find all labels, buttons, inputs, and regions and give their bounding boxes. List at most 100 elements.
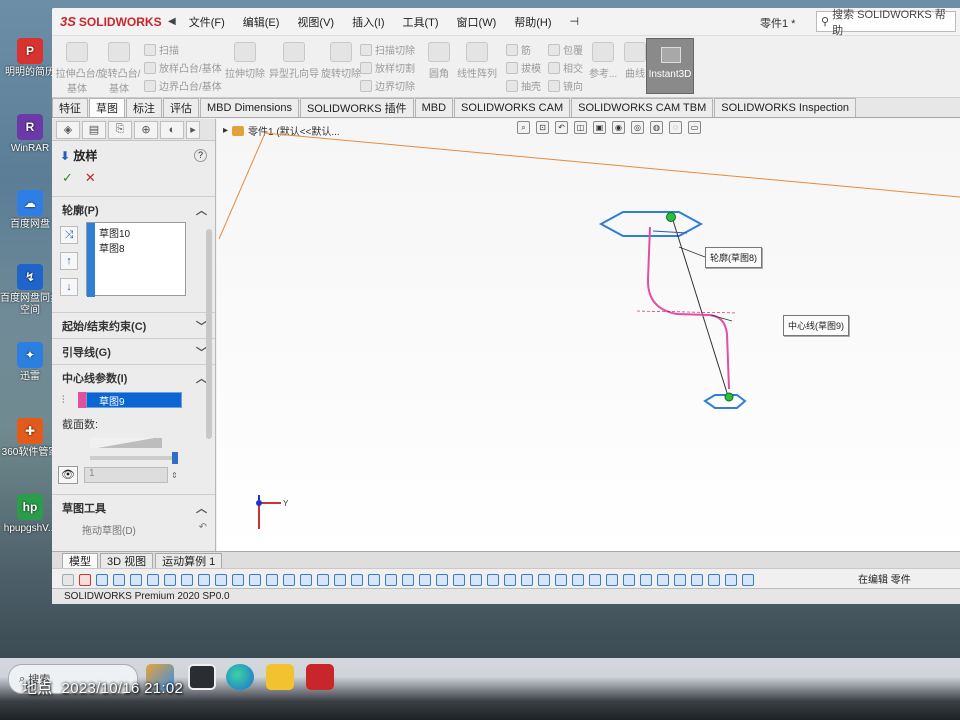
ribbon-boundary-boss[interactable]: 边界凸台/基体 — [144, 78, 222, 93]
ribbon-shell[interactable]: 抽壳 — [506, 78, 541, 93]
spin-arrows-icon[interactable]: ⇕ — [171, 471, 178, 480]
tab-features[interactable]: 特征 — [52, 98, 88, 117]
arc-icon[interactable] — [147, 573, 159, 586]
ribbon-revolve-boss[interactable]: 旋转凸台/基体 — [96, 42, 142, 95]
display-manager-tab-icon[interactable]: ◐ — [160, 120, 184, 139]
tab-solidworks-cam[interactable]: SOLIDWORKS CAM — [454, 98, 571, 117]
centerline-callout[interactable]: 中心线(草图9) — [783, 315, 849, 336]
desktop-icon-xunlei[interactable]: ✦ 迅雷 — [0, 342, 60, 383]
menu-expand-icon[interactable]: ◀ — [164, 16, 180, 27]
sketch-tools-header[interactable]: 草图工具 ︿ — [52, 494, 215, 520]
drag-sketch-button[interactable]: 拖动草图(D) — [82, 522, 136, 537]
tab-model[interactable]: 模型 — [62, 553, 98, 568]
sections-spin-field[interactable]: 1 — [84, 467, 168, 483]
tab-mbd-dimensions[interactable]: MBD Dimensions — [200, 98, 299, 117]
tab-sketch[interactable]: 草图 — [89, 98, 125, 117]
sketch-picture-icon[interactable] — [691, 573, 703, 586]
loft-connector-handle[interactable] — [724, 392, 734, 402]
scale-entities-icon[interactable] — [453, 573, 465, 586]
tab-evaluate[interactable]: 评估 — [163, 98, 199, 117]
ok-button[interactable]: ✓ — [62, 170, 73, 186]
panel-scrollbar[interactable] — [206, 229, 212, 439]
help-search-input[interactable]: ⚲ 搜索 SOLIDWORKS 帮助 — [816, 9, 956, 37]
sections-slider[interactable] — [90, 452, 178, 464]
loft-connector-handle[interactable] — [666, 212, 676, 222]
ribbon-intersect[interactable]: 相交 — [548, 60, 583, 75]
circular-sketch-pattern-icon[interactable] — [402, 573, 414, 586]
circle-icon[interactable] — [130, 573, 142, 586]
ribbon-sweep[interactable]: 扫描 — [144, 42, 179, 57]
copy-entities-icon[interactable] — [470, 573, 482, 586]
desktop-icon-baidu-netdisk[interactable]: ☁ 百度网盘 — [0, 190, 60, 231]
chevron-up-icon[interactable]: ︿ — [196, 500, 207, 516]
slider-handle[interactable] — [172, 452, 178, 464]
fillet-sketch-icon[interactable] — [198, 573, 210, 586]
ribbon-mirror[interactable]: 镜向 — [548, 78, 583, 93]
profile-sketch8-hexagon[interactable] — [598, 211, 704, 237]
rapid-sketch-icon[interactable] — [623, 573, 635, 586]
linear-sketch-pattern-icon[interactable] — [385, 573, 397, 586]
ribbon-draft[interactable]: 拔模 — [506, 60, 541, 75]
convert-entities-icon[interactable] — [504, 573, 516, 586]
ribbon-lofted-cut[interactable]: 放样切割 — [360, 60, 415, 75]
start-end-constraints-header[interactable]: 起始/结束约束(C) ﹀ — [52, 312, 215, 338]
tab-solidworks-inspection[interactable]: SOLIDWORKS Inspection — [714, 98, 857, 117]
line-icon[interactable] — [96, 573, 108, 586]
profiles-listbox[interactable]: 草图10 草图8 — [86, 222, 186, 297]
rectangle-icon[interactable] — [113, 573, 125, 586]
list-item[interactable]: 草图10 — [99, 225, 185, 240]
ribbon-rib[interactable]: 筋 — [506, 42, 531, 57]
offset-icon[interactable] — [351, 573, 363, 586]
edge-browser-icon[interactable] — [226, 664, 254, 690]
menu-insert[interactable]: 插入(I) — [343, 14, 393, 30]
repair-sketch-icon[interactable] — [589, 573, 601, 586]
slot-icon[interactable] — [232, 573, 244, 586]
task-view-icon[interactable] — [188, 664, 216, 690]
instant2d-icon[interactable] — [640, 573, 652, 586]
desktop-icon-resume[interactable]: P 明明的简历 — [0, 38, 60, 79]
ribbon-extrude-boss[interactable]: 拉伸凸台/基体 — [54, 42, 100, 95]
menu-view[interactable]: 视图(V) — [288, 14, 343, 30]
list-item[interactable]: 草图8 — [99, 240, 185, 255]
tab-motion-study[interactable]: 运动算例 1 — [155, 553, 223, 568]
graphics-viewport[interactable]: ▸ 零件1 (默认<<默认... ⌕ ⊡ ↶ ◫ ▣ ◉ ◎ ◍ ◌ ▭ Y 轮… — [217, 119, 960, 551]
ribbon-extrude-cut[interactable]: 拉伸切除 — [222, 42, 268, 80]
centerline-selection-field[interactable]: 草图9 — [86, 392, 182, 408]
desktop-icon-360[interactable]: ✚ 360软件管家 — [0, 418, 60, 459]
exit-sketch-icon[interactable] — [62, 573, 74, 586]
modify-sketch-icon[interactable] — [708, 573, 720, 586]
guide-curves-header[interactable]: 引导线(G) ﹀ — [52, 338, 215, 364]
panel-tabs-scroll-icon[interactable]: ▸ — [186, 120, 200, 139]
drag-sketch-row[interactable]: 拖动草图(D) ↶ — [52, 520, 215, 537]
pin-menu-icon[interactable]: ⊣ — [561, 15, 589, 28]
menu-edit[interactable]: 编辑(E) — [234, 14, 289, 30]
intersection-curve-icon[interactable] — [521, 573, 533, 586]
profiles-section-header[interactable]: 轮廓(P) ︿ — [52, 196, 215, 222]
ribbon-wrap[interactable]: 包覆 — [548, 42, 583, 57]
menu-tools[interactable]: 工具(T) — [393, 14, 447, 30]
polygon-icon[interactable] — [215, 573, 227, 586]
centerline-tool-icon[interactable] — [266, 573, 278, 586]
display-relations-icon[interactable] — [572, 573, 584, 586]
dimxpert-tab-icon[interactable]: ⊕ — [134, 120, 158, 139]
fully-define-icon[interactable] — [725, 573, 737, 586]
centerline-parameters-header[interactable]: 中心线参数(I) ︿ — [52, 364, 215, 390]
ribbon-boundary-cut[interactable]: 边界切除 — [360, 78, 415, 93]
ribbon-swept-cut[interactable]: 扫描切除 — [360, 42, 415, 57]
tab-solidworks-cam-tbm[interactable]: SOLIDWORKS CAM TBM — [571, 98, 714, 117]
smart-dimension-icon[interactable] — [79, 573, 91, 586]
stretch-entities-icon[interactable] — [487, 573, 499, 586]
move-entities-icon[interactable] — [419, 573, 431, 586]
sketch-more-icon[interactable] — [742, 573, 754, 586]
move-up-button[interactable]: ↑ — [60, 252, 78, 270]
tab-solidworks-addins[interactable]: SOLIDWORKS 插件 — [299, 98, 414, 117]
profile-callout[interactable]: 轮廓(草图8) — [705, 247, 762, 268]
property-manager-tab-icon[interactable]: ▤ — [82, 120, 106, 139]
chevron-up-icon[interactable]: ︿ — [196, 202, 207, 218]
ribbon-linear-pattern[interactable]: 线性阵列 — [452, 42, 502, 80]
rotate-entities-icon[interactable] — [436, 573, 448, 586]
extend-icon[interactable] — [334, 573, 346, 586]
ribbon-revolve-cut[interactable]: 旋转切除 — [318, 42, 364, 80]
project-curve-icon[interactable] — [538, 573, 550, 586]
undo-drag-icon[interactable]: ↶ — [199, 522, 207, 537]
